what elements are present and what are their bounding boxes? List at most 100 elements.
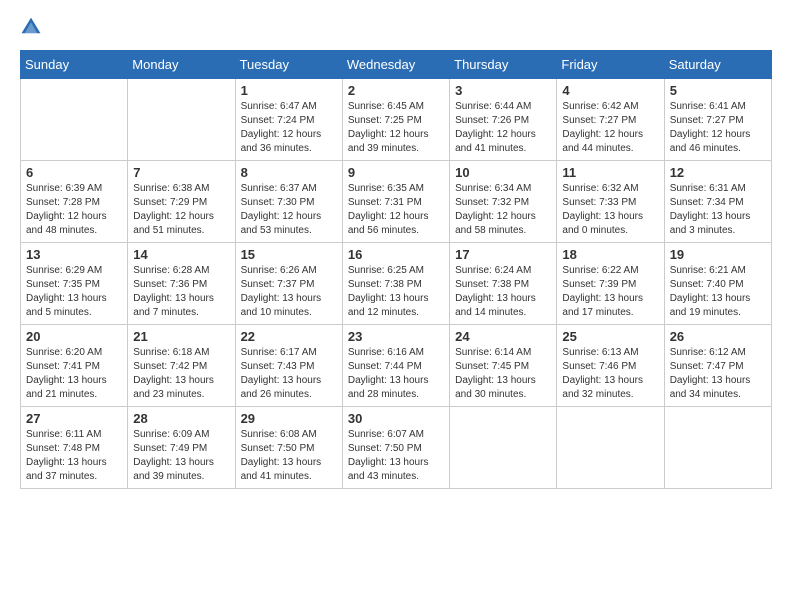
calendar-cell <box>557 407 664 489</box>
day-number: 8 <box>241 165 337 180</box>
calendar-cell: 27 Sunrise: 6:11 AMSunset: 7:48 PMDayligh… <box>21 407 128 489</box>
day-number: 14 <box>133 247 229 262</box>
calendar-cell: 25 Sunrise: 6:13 AMSunset: 7:46 PMDayligh… <box>557 325 664 407</box>
calendar-cell <box>21 79 128 161</box>
day-info: Sunrise: 6:07 AMSunset: 7:50 PMDaylight:… <box>348 428 444 484</box>
day-number: 7 <box>133 165 229 180</box>
day-info: Sunrise: 6:11 AMSunset: 7:48 PMDaylight:… <box>26 428 122 484</box>
calendar-cell: 8 Sunrise: 6:37 AMSunset: 7:30 PMDaylight… <box>235 161 342 243</box>
week-row-4: 20Sunrise: 6:20 AMSunset: 7:41 PMDayligh… <box>21 325 772 407</box>
day-info: Sunrise: 6:22 AMSunset: 7:39 PMDaylight:… <box>562 264 658 320</box>
logo-area <box>20 16 46 38</box>
day-info: Sunrise: 6:37 AMSunset: 7:30 PMDaylight:… <box>241 182 337 238</box>
calendar-cell: 9 Sunrise: 6:35 AMSunset: 7:31 PMDaylight… <box>342 161 449 243</box>
day-info: Sunrise: 6:18 AMSunset: 7:42 PMDaylight:… <box>133 346 229 402</box>
week-row-1: 1 Sunrise: 6:47 AMSunset: 7:24 PMDaylight… <box>21 79 772 161</box>
day-number: 18 <box>562 247 658 262</box>
day-number: 29 <box>241 411 337 426</box>
day-info: Sunrise: 6:29 AMSunset: 7:35 PMDaylight:… <box>26 264 122 320</box>
days-of-week-row: Sunday Monday Tuesday Wednesday Thursday… <box>21 51 772 79</box>
day-number: 27 <box>26 411 122 426</box>
day-number: 17 <box>455 247 551 262</box>
calendar-cell: 23Sunrise: 6:16 AMSunset: 7:44 PMDayligh… <box>342 325 449 407</box>
day-number: 10 <box>455 165 551 180</box>
page: Sunday Monday Tuesday Wednesday Thursday… <box>0 0 792 612</box>
header-area <box>20 16 772 38</box>
day-info: Sunrise: 6:25 AMSunset: 7:38 PMDaylight:… <box>348 264 444 320</box>
col-monday: Monday <box>128 51 235 79</box>
day-info: Sunrise: 6:17 AMSunset: 7:43 PMDaylight:… <box>241 346 337 402</box>
day-info: Sunrise: 6:16 AMSunset: 7:44 PMDaylight:… <box>348 346 444 402</box>
calendar-cell: 14Sunrise: 6:28 AMSunset: 7:36 PMDayligh… <box>128 243 235 325</box>
day-info: Sunrise: 6:14 AMSunset: 7:45 PMDaylight:… <box>455 346 551 402</box>
day-number: 30 <box>348 411 444 426</box>
col-thursday: Thursday <box>450 51 557 79</box>
day-number: 2 <box>348 83 444 98</box>
day-info: Sunrise: 6:41 AMSunset: 7:27 PMDaylight:… <box>670 100 766 156</box>
day-info: Sunrise: 6:34 AMSunset: 7:32 PMDaylight:… <box>455 182 551 238</box>
day-number: 16 <box>348 247 444 262</box>
day-info: Sunrise: 6:45 AMSunset: 7:25 PMDaylight:… <box>348 100 444 156</box>
calendar-cell: 13 Sunrise: 6:29 AMSunset: 7:35 PMDayligh… <box>21 243 128 325</box>
calendar-cell: 18 Sunrise: 6:22 AMSunset: 7:39 PMDayligh… <box>557 243 664 325</box>
day-number: 1 <box>241 83 337 98</box>
calendar-cell: 15Sunrise: 6:26 AMSunset: 7:37 PMDayligh… <box>235 243 342 325</box>
calendar-cell: 1 Sunrise: 6:47 AMSunset: 7:24 PMDaylight… <box>235 79 342 161</box>
week-row-2: 6 Sunrise: 6:39 AMSunset: 7:28 PMDaylight… <box>21 161 772 243</box>
day-number: 11 <box>562 165 658 180</box>
calendar-cell: 12Sunrise: 6:31 AMSunset: 7:34 PMDayligh… <box>664 161 771 243</box>
general-blue-logo-icon <box>20 16 42 38</box>
calendar-cell: 30 Sunrise: 6:07 AMSunset: 7:50 PMDayligh… <box>342 407 449 489</box>
week-row-3: 13 Sunrise: 6:29 AMSunset: 7:35 PMDayligh… <box>21 243 772 325</box>
calendar-cell: 28 Sunrise: 6:09 AMSunset: 7:49 PMDayligh… <box>128 407 235 489</box>
day-info: Sunrise: 6:08 AMSunset: 7:50 PMDaylight:… <box>241 428 337 484</box>
col-sunday: Sunday <box>21 51 128 79</box>
col-saturday: Saturday <box>664 51 771 79</box>
col-tuesday: Tuesday <box>235 51 342 79</box>
day-number: 20 <box>26 329 122 344</box>
day-number: 21 <box>133 329 229 344</box>
day-info: Sunrise: 6:42 AMSunset: 7:27 PMDaylight:… <box>562 100 658 156</box>
day-info: Sunrise: 6:44 AMSunset: 7:26 PMDaylight:… <box>455 100 551 156</box>
day-info: Sunrise: 6:47 AMSunset: 7:24 PMDaylight:… <box>241 100 337 156</box>
day-number: 28 <box>133 411 229 426</box>
day-number: 25 <box>562 329 658 344</box>
day-number: 19 <box>670 247 766 262</box>
day-info: Sunrise: 6:13 AMSunset: 7:46 PMDaylight:… <box>562 346 658 402</box>
calendar-cell: 16 Sunrise: 6:25 AMSunset: 7:38 PMDayligh… <box>342 243 449 325</box>
day-number: 5 <box>670 83 766 98</box>
day-number: 6 <box>26 165 122 180</box>
day-number: 9 <box>348 165 444 180</box>
calendar-cell: 21 Sunrise: 6:18 AMSunset: 7:42 PMDayligh… <box>128 325 235 407</box>
calendar-body: 1 Sunrise: 6:47 AMSunset: 7:24 PMDaylight… <box>21 79 772 489</box>
calendar-cell: 2 Sunrise: 6:45 AMSunset: 7:25 PMDaylight… <box>342 79 449 161</box>
calendar-cell: 24 Sunrise: 6:14 AMSunset: 7:45 PMDayligh… <box>450 325 557 407</box>
calendar-cell: 6 Sunrise: 6:39 AMSunset: 7:28 PMDaylight… <box>21 161 128 243</box>
calendar-cell: 11Sunrise: 6:32 AMSunset: 7:33 PMDayligh… <box>557 161 664 243</box>
calendar-cell: 22 Sunrise: 6:17 AMSunset: 7:43 PMDayligh… <box>235 325 342 407</box>
calendar-cell: 4 Sunrise: 6:42 AMSunset: 7:27 PMDaylight… <box>557 79 664 161</box>
day-number: 4 <box>562 83 658 98</box>
day-info: Sunrise: 6:09 AMSunset: 7:49 PMDaylight:… <box>133 428 229 484</box>
day-number: 12 <box>670 165 766 180</box>
day-number: 13 <box>26 247 122 262</box>
calendar-cell: 26Sunrise: 6:12 AMSunset: 7:47 PMDayligh… <box>664 325 771 407</box>
calendar-cell <box>128 79 235 161</box>
calendar-cell <box>664 407 771 489</box>
calendar-cell: 10 Sunrise: 6:34 AMSunset: 7:32 PMDayligh… <box>450 161 557 243</box>
day-info: Sunrise: 6:38 AMSunset: 7:29 PMDaylight:… <box>133 182 229 238</box>
calendar-cell: 7 Sunrise: 6:38 AMSunset: 7:29 PMDaylight… <box>128 161 235 243</box>
day-number: 22 <box>241 329 337 344</box>
calendar-table: Sunday Monday Tuesday Wednesday Thursday… <box>20 50 772 489</box>
week-row-5: 27 Sunrise: 6:11 AMSunset: 7:48 PMDayligh… <box>21 407 772 489</box>
calendar-cell: 29 Sunrise: 6:08 AMSunset: 7:50 PMDayligh… <box>235 407 342 489</box>
calendar-cell: 5 Sunrise: 6:41 AMSunset: 7:27 PMDaylight… <box>664 79 771 161</box>
day-info: Sunrise: 6:35 AMSunset: 7:31 PMDaylight:… <box>348 182 444 238</box>
day-number: 24 <box>455 329 551 344</box>
day-number: 15 <box>241 247 337 262</box>
day-info: Sunrise: 6:39 AMSunset: 7:28 PMDaylight:… <box>26 182 122 238</box>
calendar-cell: 3 Sunrise: 6:44 AMSunset: 7:26 PMDaylight… <box>450 79 557 161</box>
day-number: 3 <box>455 83 551 98</box>
calendar-header: Sunday Monday Tuesday Wednesday Thursday… <box>21 51 772 79</box>
col-wednesday: Wednesday <box>342 51 449 79</box>
